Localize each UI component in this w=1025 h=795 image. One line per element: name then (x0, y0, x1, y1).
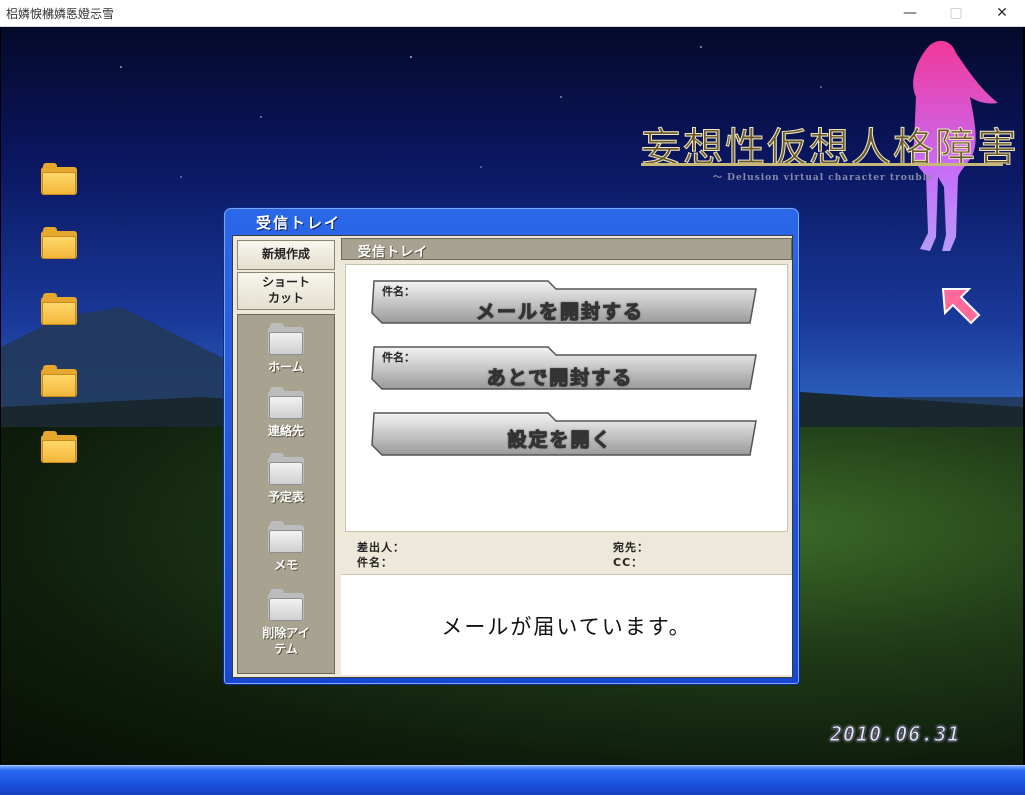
folder-icon (268, 387, 304, 419)
open-settings-button[interactable]: 設定を開く (370, 411, 762, 457)
cc-field-label: CC： (613, 556, 644, 569)
sidebar-item-label: 連絡先 (267, 424, 304, 438)
sidebar-item-home[interactable]: ホーム (238, 323, 334, 375)
sidebar-item-memo[interactable]: メモ (238, 521, 334, 573)
close-icon: ✕ (996, 5, 1008, 21)
sidebar-item-label: 予定表 (267, 490, 304, 504)
desktop-folder-icon[interactable] (41, 365, 77, 397)
mailer-body: 新規作成 ショート カット ホーム 連絡先 予定表 メモ 削除アイ テム 受信ト… (232, 235, 793, 678)
desktop-folder-icon[interactable] (41, 227, 77, 259)
sidebar-item-deleted[interactable]: 削除アイ テム (238, 589, 334, 657)
sidebar-item-schedule[interactable]: 予定表 (238, 453, 334, 505)
open-mail-label: メールを開封する (475, 301, 644, 324)
shortcut-button[interactable]: ショート カット (237, 272, 335, 310)
sidebar-item-label: ホーム (268, 360, 304, 374)
shortcut-panel: ホーム 連絡先 予定表 メモ 削除アイ テム (237, 314, 335, 674)
open-mail-button[interactable]: 件名： メールを開封する (370, 279, 762, 325)
folder-icon (268, 453, 304, 485)
folder-icon (268, 323, 304, 355)
minimize-button[interactable]: — (887, 0, 933, 27)
sidebar-item-label: 削除アイ テム (262, 626, 310, 657)
inbox-main: 受信トレイ 件名： メールを開封する 件名： あとで開封する 設定を開く 差出人… (341, 238, 792, 675)
close-button[interactable]: ✕ (979, 0, 1025, 27)
new-mail-label: 新規作成 (261, 247, 310, 262)
folder-icon (268, 589, 304, 621)
shortcut-label: ショート カット (261, 275, 310, 305)
from-field-label: 差出人： (357, 541, 405, 554)
desktop-folder-icon[interactable] (41, 163, 77, 195)
maximize-button[interactable]: □ (933, 0, 979, 27)
inbox-action-list: 件名： メールを開封する 件名： あとで開封する 設定を開く (345, 264, 788, 532)
mail-preview-pane: メールが届いています。 (341, 574, 792, 675)
open-later-label: あとで開封する (486, 367, 634, 390)
preview-message: メールが届いています。 (441, 615, 692, 639)
folder-icon (268, 521, 304, 553)
open-settings-label: 設定を開く (507, 429, 613, 452)
mailer-window: 受信トレイ 新規作成 ショート カット ホーム 連絡先 予定表 メモ 削除アイ … (223, 207, 800, 685)
date-display: 2010.06.31 (829, 722, 961, 747)
sidebar-item-label: メモ (273, 558, 298, 572)
inbox-header-label: 受信トレイ (358, 245, 429, 260)
logo-underline (641, 163, 1003, 166)
window-titlebar: 梠嫾悷梻嫾悘嬁忈雪 — □ ✕ (0, 0, 1025, 27)
maximize-icon: □ (949, 5, 963, 21)
to-field-label: 宛先： (613, 541, 649, 554)
sidebar-item-contacts[interactable]: 連絡先 (238, 387, 334, 439)
game-logo-subtitle: ～ Delusion virtual character trouble (713, 173, 934, 183)
inbox-header: 受信トレイ (341, 238, 792, 260)
open-later-button[interactable]: 件名： あとで開封する (370, 345, 762, 391)
desktop-folder-icon[interactable] (41, 293, 77, 325)
subject-field-label: 件名： (357, 556, 393, 569)
desktop-folder-icon[interactable] (41, 431, 77, 463)
mailer-title: 受信トレイ (256, 214, 342, 232)
arrow-cursor-icon (941, 288, 981, 325)
mailer-sidebar: 新規作成 ショート カット ホーム 連絡先 予定表 メモ 削除アイ テム (235, 238, 337, 675)
mail-header-fields: 差出人： 件名： 宛先： CC： (341, 536, 792, 572)
taskbar (0, 765, 1025, 795)
window-title: 梠嫾悷梻嫾悘嬁忈雪 (6, 6, 115, 21)
minimize-icon: — (903, 5, 917, 21)
new-mail-button[interactable]: 新規作成 (237, 240, 335, 270)
